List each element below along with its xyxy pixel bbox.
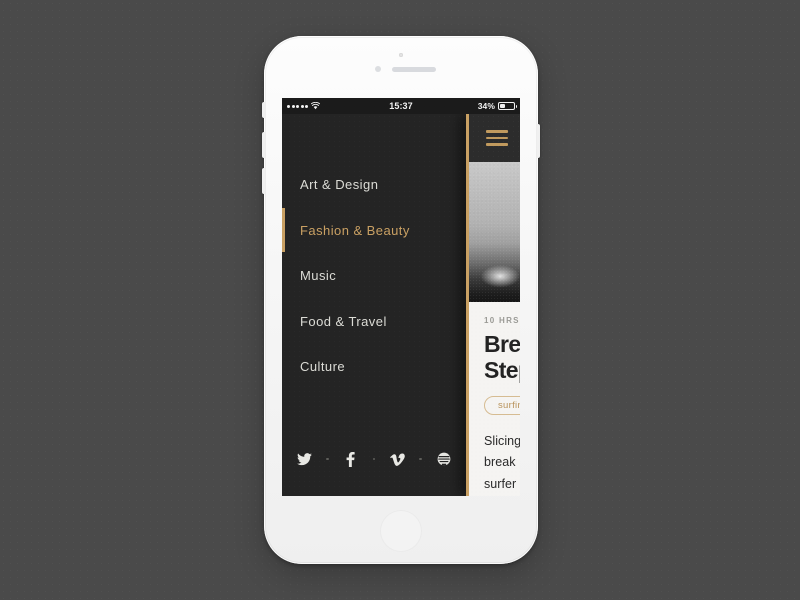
nav-item-label: Culture: [300, 359, 346, 375]
facebook-icon[interactable]: [339, 447, 363, 471]
article-excerpt-line-1: Slicing: [484, 433, 520, 448]
nav-item-fashion-beauty[interactable]: Fashion & Beauty: [282, 208, 466, 254]
phone-device: 15:37 34% Art & Design Fashion & Beauty: [262, 36, 540, 564]
twitter-icon[interactable]: [292, 447, 316, 471]
drawer-nav-list: Art & Design Fashion & Beauty Music Food…: [282, 114, 466, 430]
battery-icon: [498, 102, 517, 110]
article-title: Brea Step: [484, 331, 520, 384]
social-separator-dot: [326, 457, 329, 461]
vimeo-icon[interactable]: [385, 447, 409, 471]
article-body: 10 HRS A Brea Step surfin Slicing break …: [466, 302, 520, 496]
nav-item-label: Music: [300, 268, 337, 284]
nav-item-culture[interactable]: Culture: [282, 344, 466, 390]
nav-item-art-design[interactable]: Art & Design: [282, 162, 466, 208]
active-indicator-bar: [282, 208, 285, 253]
article-title-line-2: Step: [484, 356, 520, 383]
article-category-tag[interactable]: surfin: [484, 395, 520, 415]
article-timestamp: 10 HRS A: [484, 316, 520, 325]
volume-up-button[interactable]: [262, 132, 265, 158]
dribbble-icon[interactable]: [432, 447, 456, 471]
nav-item-food-travel[interactable]: Food & Travel: [282, 299, 466, 345]
proximity-sensor: [375, 66, 381, 72]
nav-item-label: Art & Design: [300, 177, 379, 193]
social-links-row: [282, 430, 466, 496]
hamburger-icon[interactable]: [486, 130, 508, 146]
side-menu-drawer: Art & Design Fashion & Beauty Music Food…: [282, 114, 466, 496]
home-button[interactable]: [380, 510, 422, 552]
social-separator-dot: [372, 457, 376, 461]
status-bar-clock: 15:37: [389, 101, 413, 111]
hero-wave-photo: [466, 162, 520, 302]
status-bar: 15:37 34%: [282, 98, 520, 114]
panel-header-bar: [466, 114, 520, 162]
silent-switch[interactable]: [262, 102, 265, 118]
photo-grain-overlay: [466, 162, 520, 302]
article-excerpt: Slicing break surfer: [484, 431, 520, 496]
earpiece-speaker: [392, 67, 436, 72]
social-separator-dot: [419, 457, 422, 461]
article-excerpt-line-3: surfer: [484, 476, 517, 491]
nav-item-label: Fashion & Beauty: [300, 222, 410, 238]
article-content-panel[interactable]: 10 HRS A Brea Step surfin Slicing break …: [466, 114, 520, 496]
phone-screen: 15:37 34% Art & Design Fashion & Beauty: [282, 98, 520, 496]
nav-item-music[interactable]: Music: [282, 253, 466, 299]
front-camera: [399, 53, 403, 57]
nav-item-label: Food & Travel: [300, 313, 387, 329]
volume-down-button[interactable]: [262, 168, 265, 194]
article-title-line-1: Brea: [484, 331, 520, 357]
article-excerpt-line-2: break: [484, 455, 516, 469]
power-button[interactable]: [537, 124, 540, 158]
